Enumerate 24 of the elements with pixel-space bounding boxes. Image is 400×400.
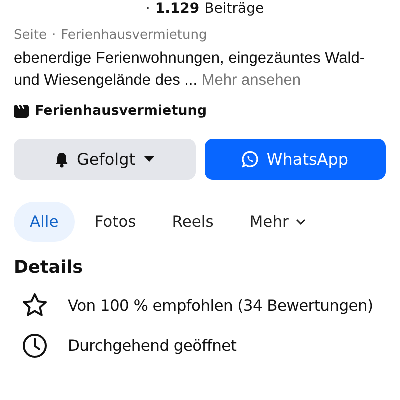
tab[interactable]: Reels	[156, 202, 230, 242]
tab[interactable]: Mehr	[234, 202, 322, 242]
post-count: 1.129	[155, 1, 200, 17]
category-label: Ferienhausvermietung	[35, 103, 208, 119]
separator-dot: ·	[52, 28, 56, 43]
detail-text: Durchgehend geöffnet	[68, 337, 237, 355]
whatsapp-button[interactable]: WhatsApp	[204, 139, 386, 180]
following-button[interactable]: Gefolgt	[14, 139, 196, 180]
tab[interactable]: Fotos	[78, 202, 152, 242]
clapperboard-icon	[14, 104, 29, 118]
star-icon	[22, 293, 48, 318]
page-type: Seite	[14, 28, 47, 43]
section-title: Details	[14, 258, 84, 278]
bell-icon	[54, 152, 69, 168]
chat-phone-icon	[242, 151, 259, 168]
post-count-label: Beiträge	[204, 1, 264, 17]
page-category: Ferienhausvermietung	[61, 28, 208, 43]
clock-icon	[22, 333, 48, 359]
detail-text: Von 100 % empfohlen (34 Bewertungen)	[68, 296, 374, 314]
separator-dot: ·	[146, 1, 150, 17]
page-description: ebenerdige Ferienwohnungen, eingezäuntes Wald- und Wiesengelände des ... Mehr ansehen	[14, 49, 366, 91]
caret-icon	[144, 156, 155, 163]
tab[interactable]: Alle	[14, 202, 75, 242]
see-more-link[interactable]: Mehr ansehen	[202, 72, 301, 89]
